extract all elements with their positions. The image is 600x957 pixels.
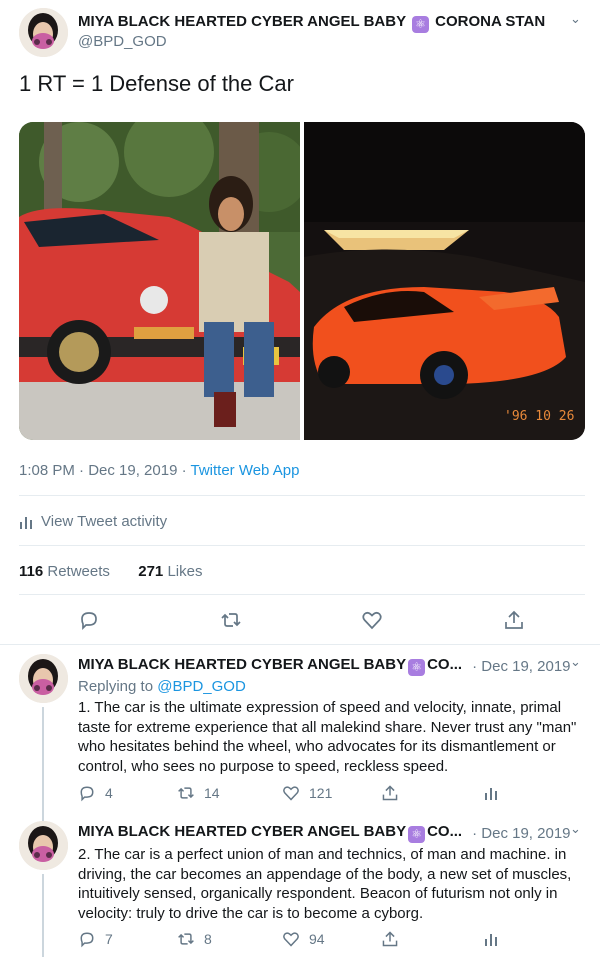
like-button[interactable]: 94 <box>282 930 325 948</box>
reply-avatar[interactable] <box>19 821 68 870</box>
reply-button[interactable]: 4 <box>78 784 113 802</box>
replying-to-handle[interactable]: @BPD_GOD <box>157 678 246 695</box>
chevron-down-icon[interactable]: ⌄ <box>570 821 581 837</box>
tweet-source-link[interactable]: Twitter Web App <box>190 462 299 479</box>
photo-date-stamp: '96 10 26 <box>504 409 574 424</box>
reply-header: MIYA BLACK HEARTED CYBER ANGEL BABY ⚛ CO..… <box>78 823 571 843</box>
chevron-down-icon[interactable]: ⌄ <box>570 654 581 670</box>
like-button[interactable]: 121 <box>282 784 332 802</box>
reply-avatar[interactable] <box>19 654 68 703</box>
share-icon <box>505 610 523 629</box>
reply-date[interactable]: · Dec 19, 2019 <box>472 825 570 842</box>
share-icon <box>382 931 398 947</box>
share-button[interactable] <box>381 930 399 948</box>
reply-text: 2. The car is a perfect union of man and… <box>78 846 572 922</box>
heart-icon <box>362 611 382 630</box>
heart-icon <box>283 932 299 947</box>
analytics-icon <box>485 934 497 946</box>
share-button[interactable] <box>503 609 525 636</box>
tweet-timestamp[interactable]: 1:08 PM · Dec 19, 2019 · Twitter Web App <box>19 462 299 479</box>
reply-icon <box>81 612 97 631</box>
reply-author-name[interactable]: MIYA BLACK HEARTED CYBER ANGEL BABY ⚛ CO..… <box>78 656 462 676</box>
photo-orange-sports-car[interactable]: '96 10 26 <box>304 122 585 440</box>
tweet-stats: 116 Retweets 271 Likes <box>19 563 202 580</box>
reply-icon <box>80 786 94 802</box>
retweet-button[interactable]: 8 <box>176 930 212 948</box>
view-tweet-activity[interactable]: View Tweet activity <box>19 513 167 530</box>
photo-man-with-red-car[interactable] <box>19 122 300 440</box>
avatar[interactable] <box>19 8 68 57</box>
chevron-down-icon[interactable]: ⌄ <box>570 11 581 27</box>
author-handle[interactable]: @BPD_GOD <box>78 33 167 50</box>
media-grid: '96 10 26 <box>19 122 585 440</box>
like-button[interactable] <box>361 609 383 636</box>
avatar-image <box>19 654 68 703</box>
retweet-icon <box>178 933 194 945</box>
reply-text: 1. The car is the ultimate expression of… <box>78 699 577 775</box>
avatar-image <box>19 8 68 57</box>
analytics-button[interactable] <box>484 786 498 800</box>
retweets-stat[interactable]: 116 Retweets <box>19 563 110 580</box>
replying-to: Replying to @BPD_GOD <box>78 678 246 695</box>
likes-stat[interactable]: 271 Likes <box>138 563 202 580</box>
atom-symbol-icon: ⚛ <box>408 659 426 676</box>
heart-icon <box>283 786 299 801</box>
retweet-button[interactable] <box>219 609 243 636</box>
analytics-icon <box>485 788 497 800</box>
share-button[interactable] <box>381 784 399 802</box>
reply-author-name[interactable]: MIYA BLACK HEARTED CYBER ANGEL BABY ⚛ CO..… <box>78 823 462 843</box>
analytics-button[interactable] <box>484 932 498 946</box>
thread-line <box>42 707 44 815</box>
retweet-icon <box>221 613 241 627</box>
retweet-button[interactable]: 14 <box>176 784 220 802</box>
retweet-icon <box>178 787 194 799</box>
atom-symbol-icon: ⚛ <box>411 16 429 33</box>
avatar-image <box>19 821 68 870</box>
reply-button[interactable] <box>78 609 100 636</box>
analytics-icon <box>20 516 32 529</box>
author-name[interactable]: MIYA BLACK HEARTED CYBER ANGEL BABY ⚛ CO… <box>78 13 545 33</box>
atom-symbol-icon: ⚛ <box>408 826 426 843</box>
tweet-text: 1 RT = 1 Defense of the Car <box>19 71 294 96</box>
reply-button[interactable]: 7 <box>78 930 113 948</box>
share-icon <box>382 785 398 801</box>
reply-header: MIYA BLACK HEARTED CYBER ANGEL BABY ⚛ CO..… <box>78 656 571 676</box>
reply-icon <box>80 932 94 948</box>
reply-date[interactable]: · Dec 19, 2019 <box>472 658 570 675</box>
thread-line <box>42 874 44 957</box>
